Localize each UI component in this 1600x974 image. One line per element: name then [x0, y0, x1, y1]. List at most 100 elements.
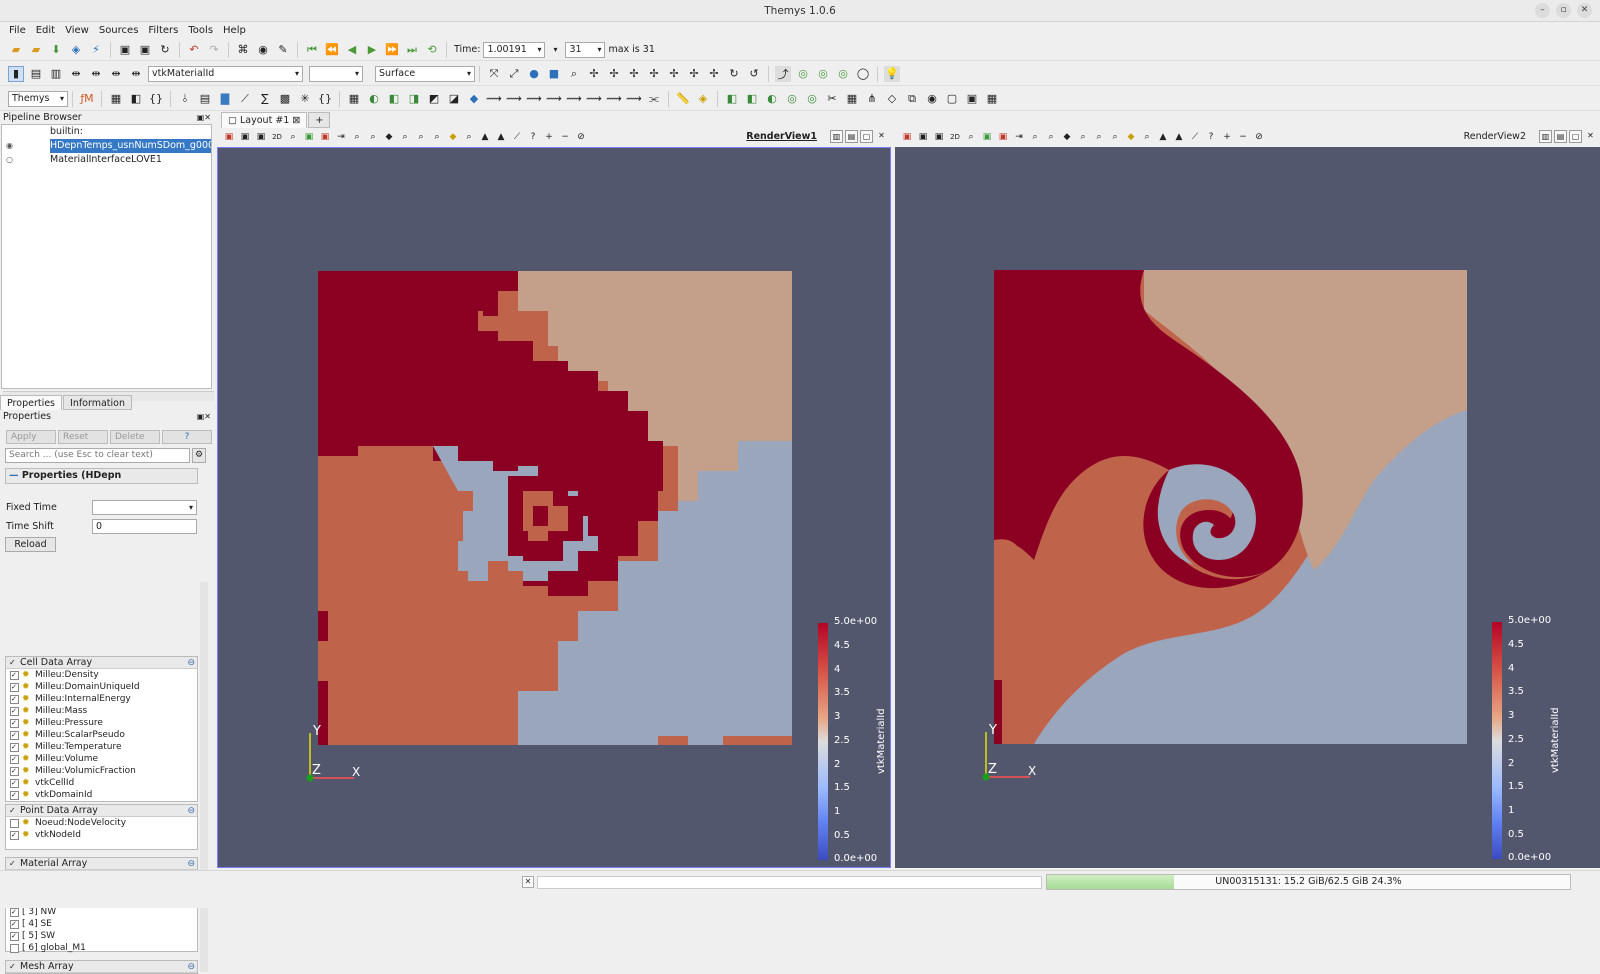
menu-filters[interactable]: Filters — [143, 22, 183, 39]
panel-close-icon[interactable]: ▣✕ — [197, 112, 211, 124]
node-icon[interactable]: ◉ — [924, 91, 940, 107]
rescale-temporal-icon[interactable]: ⇹ — [128, 66, 144, 82]
probe-icon[interactable]: ✳ — [297, 91, 313, 107]
layout-icon[interactable]: ▢ — [944, 91, 960, 107]
fork-icon[interactable]: ⋔ — [864, 91, 880, 107]
status-input[interactable] — [537, 876, 1042, 889]
split-horizontal-icon[interactable]: ▥ — [830, 130, 843, 143]
select-icon[interactable]: ⌕ — [1109, 131, 1122, 144]
rescale-custom-icon[interactable]: ⇹ — [68, 66, 84, 82]
block-merge-icon[interactable]: ◧ — [744, 91, 760, 107]
view-minus-z-icon[interactable]: ✢ — [686, 66, 702, 82]
layout2-icon[interactable]: ▣ — [964, 91, 980, 107]
view-plus-z-icon[interactable]: ✢ — [666, 66, 682, 82]
component-selector[interactable] — [309, 65, 363, 82]
line-plot-icon[interactable]: ⫰ — [177, 91, 193, 107]
close-icon[interactable]: ✕ — [522, 876, 534, 888]
select-icon[interactable]: ▣ — [981, 131, 994, 144]
select-icon[interactable]: ◆ — [1061, 131, 1074, 144]
pipeline-item-source[interactable]: ◉ HDepnTemps_usnNumSDom_g0000x0 — [2, 139, 211, 153]
select-icon[interactable]: ⌕ — [1045, 131, 1058, 144]
select-icon[interactable]: ▣ — [997, 131, 1010, 144]
add-layout-tab[interactable]: + — [308, 112, 331, 128]
select-icon[interactable]: ▣ — [319, 131, 332, 144]
mesh-array-header[interactable]: Mesh Array — [6, 961, 197, 973]
pipeline-item-filter[interactable]: ○ MaterialInterfaceLOVE1 — [2, 153, 211, 167]
glyph-icon[interactable]: ◪ — [446, 91, 462, 107]
split-icon[interactable]: ⧉ — [904, 91, 920, 107]
python-filter-icon[interactable]: {} — [317, 91, 333, 107]
cut-icon[interactable]: ✂ — [824, 91, 840, 107]
close-icon[interactable]: ✕ — [1577, 3, 1592, 18]
plus-icon[interactable]: + — [1221, 131, 1234, 144]
previous-frame-icon[interactable]: ⏪ — [324, 42, 340, 58]
select-icon[interactable]: ⇥ — [335, 131, 348, 144]
help-button[interactable]: ? — [162, 430, 212, 444]
material-array-item[interactable]: [ 5] SW — [6, 930, 197, 942]
material-array-header[interactable]: Material Array — [6, 858, 197, 870]
play-icon[interactable]: ▶ — [364, 42, 380, 58]
cell-array-item[interactable]: ✹ Milleu:Mass — [6, 705, 197, 717]
zoom-to-data-icon[interactable]: ⤢ — [506, 66, 522, 82]
select-icon[interactable]: ⌕ — [431, 131, 444, 144]
view-plus-y-icon[interactable]: ✢ — [626, 66, 642, 82]
select-icon[interactable]: ⌕ — [1077, 131, 1090, 144]
extract-level-icon[interactable]: ⟿ — [526, 91, 542, 107]
reflect-icon[interactable]: ⟿ — [586, 91, 602, 107]
minus-icon[interactable]: − — [559, 131, 572, 144]
preset-selector[interactable]: Themys — [8, 90, 68, 107]
select-icon[interactable]: ⌕ — [351, 131, 364, 144]
2d-toggle-icon[interactable]: 2D — [949, 131, 962, 144]
select-icon[interactable]: ▲ — [1157, 131, 1170, 144]
transform-icon[interactable]: ⟿ — [606, 91, 622, 107]
cell-to-point-icon[interactable]: ⟿ — [546, 91, 562, 107]
maximize-icon[interactable]: ▫ — [1556, 3, 1571, 18]
last-frame-icon[interactable]: ⏭ — [404, 42, 420, 58]
camera-icon[interactable]: ▣ — [917, 131, 930, 144]
properties-search-input[interactable]: Search ... (use Esc to clear text) — [5, 448, 190, 463]
select-icon[interactable]: ▲ — [1173, 131, 1186, 144]
eye-icon[interactable]: ◉ — [6, 139, 13, 153]
select-icon[interactable]: ◆ — [383, 131, 396, 144]
shapes-icon[interactable]: ◇ — [884, 91, 900, 107]
select-icon[interactable]: ⌕ — [399, 131, 412, 144]
tab-information[interactable]: Information — [63, 395, 133, 410]
zoom-box-icon[interactable]: ■ — [546, 66, 562, 82]
select-icon[interactable]: ⟋ — [1189, 131, 1202, 144]
timestep-spinbox[interactable]: 31 — [565, 41, 606, 58]
block-extract-icon[interactable]: ◧ — [724, 91, 740, 107]
select-icon[interactable]: ⌕ — [463, 131, 476, 144]
camera-icon[interactable]: ▣ — [255, 131, 268, 144]
pipeline-browser[interactable]: builtin: ◉ HDepnTemps_usnNumSDom_g0000x0… — [1, 124, 214, 401]
maximize-view-icon[interactable]: ▢ — [1569, 130, 1582, 143]
tab-layout-1[interactable]: ▢ Layout #1 ⊠ — [221, 112, 308, 128]
plus-icon[interactable]: + — [543, 131, 556, 144]
block-hide-icon[interactable]: ◎ — [784, 91, 800, 107]
clear-icon[interactable]: ⊘ — [1253, 131, 1266, 144]
camera-icon[interactable]: ▣ — [239, 131, 252, 144]
tessellate-icon[interactable]: ⫘ — [646, 91, 662, 107]
macro-icon[interactable]: ▣ — [117, 42, 133, 58]
extract-subset-icon[interactable]: ◩ — [426, 91, 442, 107]
select-cells-icon[interactable]: ◎ — [795, 66, 811, 82]
light-bulb-icon[interactable]: 💡 — [884, 65, 900, 82]
maximize-view-icon[interactable]: ▢ — [860, 130, 873, 143]
render-canvas-1[interactable]: 5.0e+00 4.5 4 3.5 3 2.5 2 1.5 1 0.5 0.0e… — [217, 147, 891, 868]
camera-capture-icon[interactable]: ▣ — [901, 131, 914, 144]
loop-icon[interactable]: ⟲ — [424, 42, 440, 58]
cell-array-item[interactable]: ✹ Milleu:Pressure — [6, 717, 197, 729]
select-icon[interactable]: ? — [1205, 131, 1218, 144]
spreadsheet-icon[interactable]: ▤ — [197, 91, 213, 107]
save-data-icon[interactable]: ⬇ — [48, 42, 64, 58]
reverse-play-icon[interactable]: ◀ — [344, 42, 360, 58]
time-dropdown-icon[interactable]: ▾ — [547, 42, 563, 58]
apply-button[interactable]: Apply — [6, 430, 56, 444]
camera-icon[interactable]: ▣ — [933, 131, 946, 144]
layout-grid-icon[interactable]: ▦ — [984, 91, 1000, 107]
cell-array-item[interactable]: ✹ Milleu:InternalEnergy — [6, 693, 197, 705]
material-array-item[interactable]: [ 6] global_M1 — [6, 942, 197, 954]
view-minus-y-icon[interactable]: ✢ — [646, 66, 662, 82]
close-view-icon[interactable]: ✕ — [1584, 130, 1597, 143]
select-icon[interactable]: ⌕ — [367, 131, 380, 144]
select-points-icon[interactable]: ◎ — [815, 66, 831, 82]
